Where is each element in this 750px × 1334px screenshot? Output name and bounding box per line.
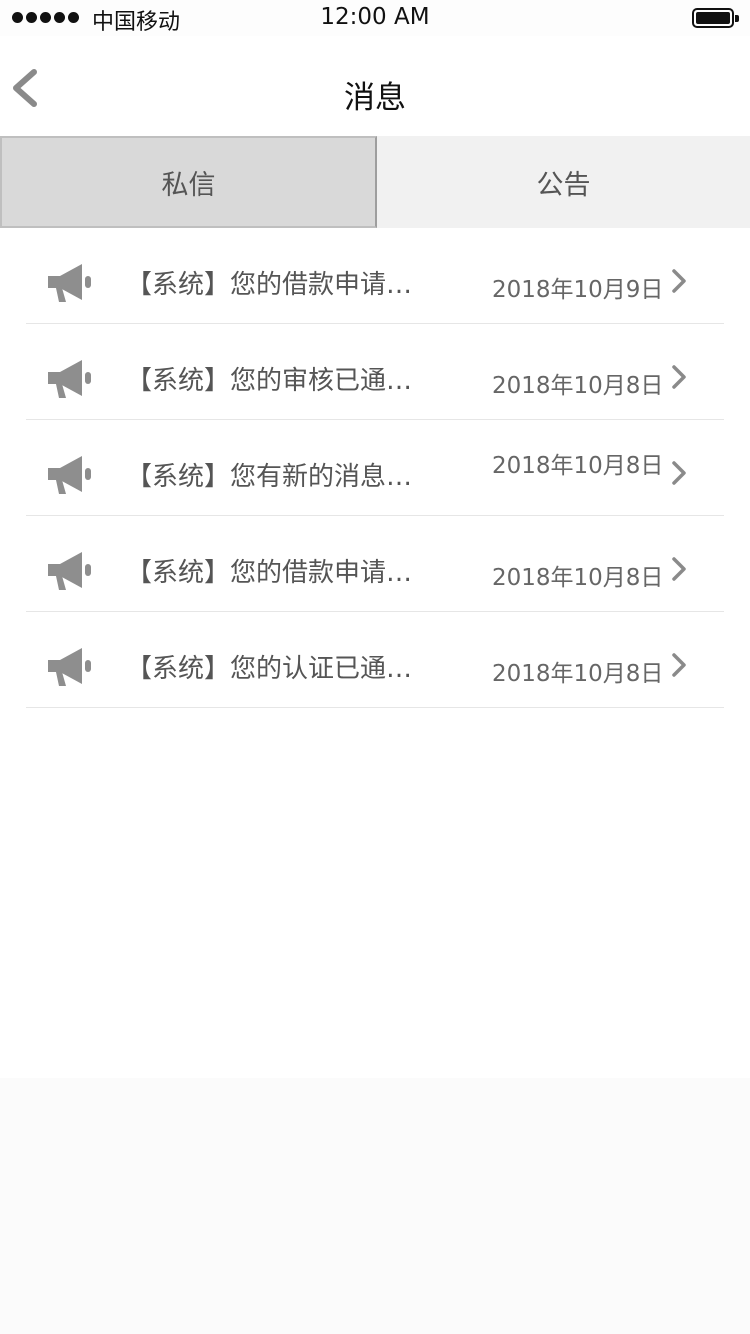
- megaphone-icon: [48, 264, 91, 302]
- message-title: 【系统】您的借款申请…: [126, 270, 413, 300]
- message-list: 【系统】您的借款申请… 2018年10月9日 【系统】您的审核已通… 2018年…: [26, 228, 724, 708]
- message-title: 【系统】您的借款申请…: [126, 558, 413, 588]
- list-item[interactable]: 【系统】您的审核已通… 2018年10月8日: [26, 324, 724, 420]
- megaphone-icon: [48, 552, 91, 590]
- chevron-right-icon: [672, 461, 686, 485]
- list-item[interactable]: 【系统】您的借款申请… 2018年10月8日: [26, 516, 724, 612]
- message-date: 2018年10月8日: [492, 373, 664, 399]
- page-title: 消息: [344, 80, 406, 116]
- empty-background: [0, 1078, 750, 1334]
- status-time: 12:00 AM: [320, 4, 430, 30]
- message-date: 2018年10月8日: [492, 565, 664, 591]
- tab-private-messages[interactable]: 私信: [0, 136, 377, 228]
- chevron-right-icon: [672, 365, 686, 389]
- tab-bar: 私信 公告: [0, 136, 750, 228]
- tab-announcements[interactable]: 公告: [377, 136, 750, 228]
- list-item[interactable]: 【系统】您的借款申请… 2018年10月9日: [26, 228, 724, 324]
- megaphone-icon: [48, 648, 91, 686]
- chevron-right-icon: [672, 557, 686, 581]
- battery-icon: [692, 8, 739, 28]
- megaphone-icon: [48, 360, 91, 398]
- message-title: 【系统】您有新的消息…: [126, 462, 413, 492]
- megaphone-icon: [48, 456, 91, 494]
- navigation-bar: 消息: [0, 36, 750, 136]
- message-date: 2018年10月8日: [492, 661, 664, 687]
- message-date: 2018年10月8日: [492, 453, 664, 479]
- message-date: 2018年10月9日: [492, 277, 664, 303]
- message-title: 【系统】您的认证已通…: [126, 654, 413, 684]
- status-bar: 中国移动 12:00 AM: [0, 0, 750, 36]
- chevron-right-icon: [672, 269, 686, 293]
- list-item[interactable]: 【系统】您的认证已通… 2018年10月8日: [26, 612, 724, 708]
- chevron-right-icon: [672, 653, 686, 677]
- message-title: 【系统】您的审核已通…: [126, 366, 413, 396]
- list-item[interactable]: 【系统】您有新的消息… 2018年10月8日: [26, 420, 724, 516]
